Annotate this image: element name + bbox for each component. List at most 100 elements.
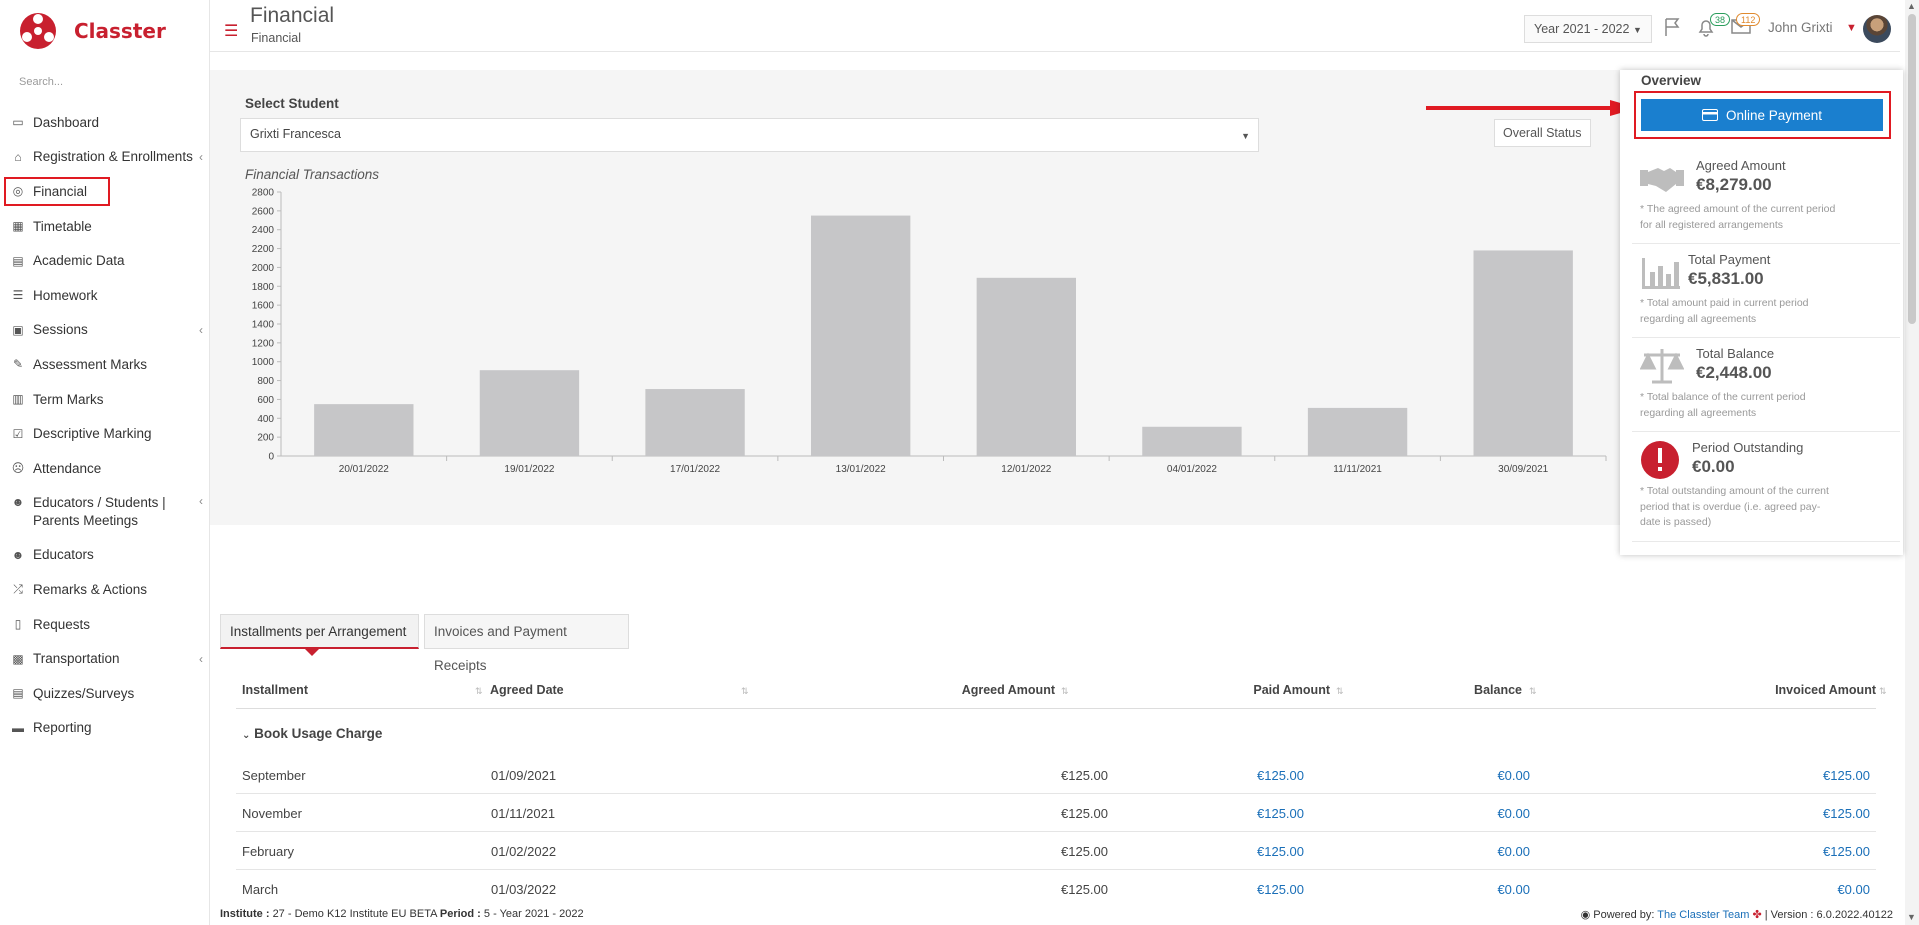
period-label: Period :	[439, 908, 481, 920]
footer-credits: ◉ Powered by: The Classter Team ✤ | Vers…	[1581, 908, 1893, 921]
sidebar-item-label: Attendance	[33, 460, 102, 476]
list-icon: ☰	[12, 288, 24, 303]
sidebar-item-transportation[interactable]: ▩ Transportation ‹	[0, 641, 210, 676]
tab-invoices[interactable]: Invoices and Payment Receipts	[424, 614, 629, 673]
year-selector[interactable]: Year 2021 - 2022 ▼	[1524, 15, 1652, 43]
sidebar-item-assessment-marks[interactable]: ✎ Assessment Marks	[0, 347, 210, 382]
avatar[interactable]	[1863, 15, 1891, 43]
scroll-down-icon[interactable]: ▼	[1907, 912, 1916, 922]
cell-agreed-date: 01/11/2021	[491, 806, 556, 821]
sort-icon[interactable]: ⇅	[1879, 686, 1887, 697]
tab-installments[interactable]: Installments per Arrangement	[220, 614, 419, 649]
sort-icon[interactable]: ⇅	[475, 686, 483, 697]
x-tick-label: 04/01/2022	[1167, 464, 1217, 475]
user-name[interactable]: John Grixti	[1768, 20, 1833, 35]
sidebar-item-homework[interactable]: ☰ Homework	[0, 278, 210, 313]
x-tick-label: 13/01/2022	[836, 464, 886, 475]
sidebar-item-attendance[interactable]: ☹ Attendance	[0, 451, 210, 486]
sort-icon[interactable]: ⇅	[741, 686, 749, 697]
col-agreed-date[interactable]: Agreed Date	[490, 683, 564, 709]
select-student-label: Select Student	[245, 96, 339, 111]
cell-invoiced-amount: €125.00	[1823, 768, 1870, 783]
student-select-value: Grixti Francesca	[250, 127, 341, 141]
card-note: * Total amount paid in current period re…	[1640, 297, 1809, 325]
scroll-thumb[interactable]	[1908, 14, 1916, 324]
laptop-icon: ▭	[12, 115, 24, 130]
y-tick-label: 1600	[252, 301, 275, 312]
col-balance[interactable]: Balance	[1474, 683, 1522, 709]
sort-icon[interactable]: ⇅	[1529, 686, 1537, 697]
y-tick-label: 1200	[252, 338, 275, 349]
sidebar-item-label: Academic Data	[33, 253, 125, 269]
year-selector-label: Year 2021 - 2022	[1534, 22, 1630, 36]
overview-panel: Overview Online Payment Agreed Amount €8…	[1620, 70, 1903, 555]
scale-icon	[1640, 349, 1684, 384]
y-tick-label: 2000	[252, 263, 275, 274]
overview-title: Overview	[1641, 73, 1702, 88]
users-icon: ☻	[11, 547, 25, 562]
cell-installment: September	[242, 768, 306, 783]
menu-toggle-icon[interactable]: ☰	[224, 21, 238, 41]
col-installment[interactable]: Installment	[242, 683, 308, 709]
sidebar-item-registration-enrollments[interactable]: ⌂ Registration & Enrollments ‹	[0, 140, 210, 175]
table-row[interactable]: February 01/02/2022 €125.00 €125.00 €0.00 €12…	[236, 832, 1876, 870]
sidebar-item-financial[interactable]: ◎ Financial	[0, 174, 210, 209]
sort-icon[interactable]: ⇅	[1061, 686, 1069, 697]
sidebar-item-label: Reporting	[33, 720, 92, 736]
cell-agreed-amount: €125.00	[1061, 806, 1108, 821]
sidebar-item-educators-students-parents-meetings[interactable]: ☻ Educators / Students | Parents Meetings…	[0, 486, 210, 538]
team-link[interactable]: The Classter Team	[1657, 909, 1749, 921]
col-agreed-amount[interactable]: Agreed Amount	[962, 683, 1055, 709]
student-select[interactable]: Grixti Francesca ▼	[240, 118, 1259, 152]
sidebar-item-label: Educators	[33, 547, 94, 563]
annotation-arrow-icon	[1426, 100, 1638, 116]
sidebar-item-academic-data[interactable]: ▤ Academic Data	[0, 243, 210, 278]
sidebar-item-label: Descriptive Marking	[33, 426, 152, 442]
user-menu-caret-icon[interactable]: ▼	[1846, 22, 1857, 34]
overall-status-button[interactable]: Overall Status	[1494, 119, 1591, 147]
chart-bar	[976, 277, 1076, 456]
total-balance-card: Total Balance €2,448.00 * Total balance …	[1632, 338, 1900, 432]
chevron-down-icon: ▼	[1632, 25, 1642, 35]
y-tick-label: 0	[268, 452, 274, 463]
page-scrollbar[interactable]: ▲ ▼	[1905, 0, 1919, 925]
online-payment-button[interactable]: Online Payment	[1641, 99, 1883, 131]
calendar-icon: ▦	[12, 219, 24, 234]
scroll-up-icon[interactable]: ▲	[1907, 1, 1916, 11]
sidebar-item-reporting[interactable]: ▬ Reporting	[0, 711, 210, 746]
cell-balance: €0.00	[1497, 768, 1530, 783]
y-tick-label: 1400	[252, 320, 275, 331]
sidebar-item-descriptive-marking[interactable]: ☑ Descriptive Marking	[0, 416, 210, 451]
sidebar-item-dashboard[interactable]: ▭ Dashboard	[0, 105, 210, 140]
sidebar-item-term-marks[interactable]: ▥ Term Marks	[0, 382, 210, 417]
sort-icon[interactable]: ⇅	[1336, 686, 1344, 697]
printer-icon: ▬	[12, 720, 24, 735]
search-input[interactable]: Search...	[19, 76, 189, 88]
card-value: €5,831.00	[1688, 269, 1764, 288]
bar-chart-icon	[1642, 258, 1680, 289]
sidebar-item-label: Quizzes/Surveys	[33, 685, 135, 701]
sidebar-item-sessions[interactable]: ▣ Sessions ‹	[0, 313, 210, 348]
y-tick-label: 800	[257, 376, 274, 387]
classter-logo[interactable]: Classter	[18, 9, 166, 53]
col-paid-amount[interactable]: Paid Amount	[1253, 683, 1330, 709]
x-tick-label: 19/01/2022	[504, 464, 554, 475]
sidebar-item-label: Sessions	[33, 322, 88, 338]
flag-icon[interactable]	[1662, 16, 1684, 38]
online-payment-label: Online Payment	[1725, 107, 1823, 123]
table-row[interactable]: September 01/09/2021 €125.00 €125.00 €0.00 €1…	[236, 756, 1876, 794]
chevron-left-icon: ‹	[199, 149, 203, 164]
footer: Institute : 27 - Demo K12 Institute EU B…	[210, 903, 1905, 925]
period-value: 5 - Year 2021 - 2022	[483, 908, 584, 920]
sidebar-item-requests[interactable]: ▯ Requests	[0, 607, 210, 642]
sidebar-item-timetable[interactable]: ▦ Timetable	[0, 209, 210, 244]
group-row[interactable]: ⌄ Book Usage Charge	[242, 726, 382, 741]
table-row[interactable]: November 01/11/2021 €125.00 €125.00 €0.00 €12…	[236, 794, 1876, 832]
cell-agreed-date: 01/03/2022	[491, 882, 557, 897]
sidebar-item-educators[interactable]: ☻ Educators	[0, 538, 210, 573]
col-invoiced-amount[interactable]: Invoiced Amount	[1775, 683, 1876, 709]
sidebar-item-quizzes-surveys[interactable]: ▤ Quizzes/Surveys	[0, 676, 210, 711]
cell-invoiced-amount: €125.00	[1823, 806, 1870, 821]
sidebar-item-remarks-actions[interactable]: ⤮ Remarks & Actions	[0, 572, 210, 607]
x-tick-label: 30/09/2021	[1498, 464, 1548, 475]
